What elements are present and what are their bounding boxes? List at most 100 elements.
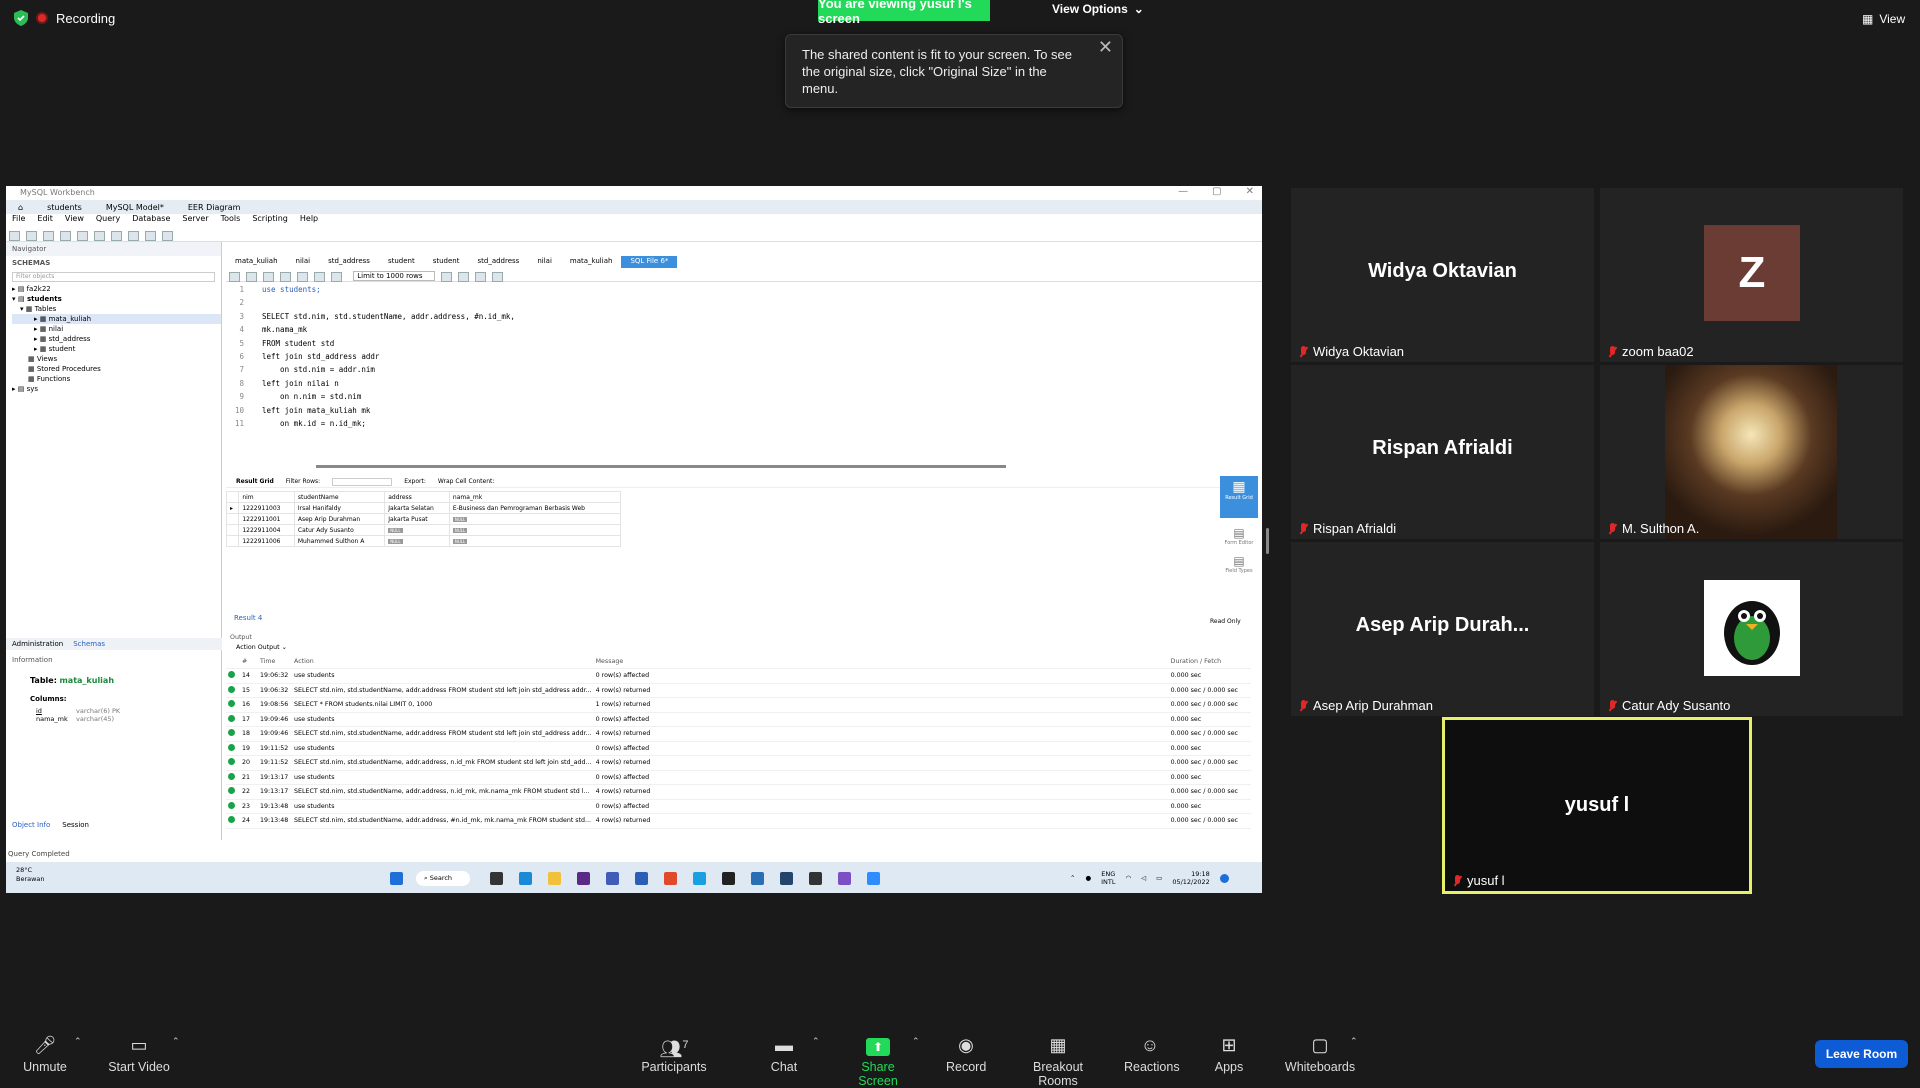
participants-button[interactable]: 👥︎7 Participants: [640, 1034, 708, 1074]
chevron-up-icon[interactable]: ⌃: [1070, 874, 1075, 882]
windows-start-icon[interactable]: [390, 872, 403, 885]
zoom-icon[interactable]: [867, 872, 880, 885]
participant-tile-active-speaker[interactable]: yusuf l yusuf l: [1442, 717, 1752, 894]
taskbar-search[interactable]: ⌕ Search: [416, 871, 470, 886]
visual-studio-icon[interactable]: [838, 872, 851, 885]
task-view-icon[interactable]: [490, 872, 503, 885]
home-icon[interactable]: ⌂: [6, 203, 35, 212]
table-row[interactable]: ▸ 1222911003 Irsal Hanifaldy Jakarta Selata…: [225, 502, 622, 514]
tab-std-address[interactable]: std_address: [468, 256, 528, 268]
tree-item[interactable]: ▦ Functions: [12, 374, 221, 384]
table-row[interactable]: 23 19:13:48 use students 0 row(s) affected 0…: [226, 799, 1251, 814]
tree-item[interactable]: ▾ ▦ Tables: [12, 304, 221, 314]
app-icon[interactable]: [664, 872, 677, 885]
menu-view[interactable]: View: [65, 214, 84, 226]
table-row[interactable]: 1222911001 Asep Arip Durahman Jakarta Pusa…: [225, 513, 622, 525]
tree-item[interactable]: ▸ ▤ fa2k22: [12, 284, 221, 294]
result-grid-button[interactable]: ▦ Result Grid: [1220, 476, 1258, 518]
table-row[interactable]: 1222911006 Muhammed Sulthon A NULL NULL: [225, 535, 622, 547]
participant-tile[interactable]: Z zoom baa02: [1600, 188, 1903, 362]
beautify-icon[interactable]: [440, 272, 452, 282]
shared-screen[interactable]: MySQL Workbench — ▢ ✕ ⌂ students MySQL M…: [6, 186, 1262, 893]
menu-tools[interactable]: Tools: [221, 214, 241, 226]
menu-server[interactable]: Server: [182, 214, 208, 226]
export-label[interactable]: Export:: [404, 478, 426, 485]
table-row[interactable]: 20 19:11:52 SELECT std.nim, std.studentNam…: [226, 755, 1251, 771]
tree-item[interactable]: ▸ ▦ nilai: [12, 324, 221, 334]
form-editor-button[interactable]: ▤ Form Editor: [1220, 518, 1258, 546]
app-icon[interactable]: [577, 872, 590, 885]
tab-student[interactable]: student: [379, 256, 424, 268]
resize-handle[interactable]: [1266, 528, 1269, 554]
tab-sql-file-6[interactable]: SQL File 6*: [621, 256, 678, 268]
tab-mata-kuliah[interactable]: mata_kuliah: [226, 256, 287, 268]
execute-current-icon[interactable]: [280, 272, 291, 282]
participant-tile[interactable]: Catur Ady Susanto: [1600, 542, 1903, 716]
menu-scripting[interactable]: Scripting: [252, 214, 288, 226]
whiteboards-button[interactable]: ▢ Whiteboards: [1284, 1034, 1356, 1074]
create-function-icon[interactable]: [128, 231, 139, 241]
menu-query[interactable]: Query: [96, 214, 120, 226]
table-row[interactable]: 22 19:13:17 SELECT std.nim, std.studentNam…: [226, 784, 1251, 800]
wrap-icon[interactable]: [491, 272, 503, 282]
tree-item[interactable]: ▸ ▤ sys: [12, 384, 221, 394]
tree-item[interactable]: ▾ ▤ students: [12, 294, 221, 304]
create-table-icon[interactable]: [77, 231, 88, 241]
menu-database[interactable]: Database: [132, 214, 170, 226]
limit-rows-select[interactable]: Limit to 1000 rows: [353, 271, 436, 281]
weather-widget[interactable]: 28°C Berawan: [16, 866, 45, 884]
tree-item[interactable]: ▦ Stored Procedures: [12, 364, 221, 374]
record-button[interactable]: ◉ Record: [946, 1034, 986, 1074]
edge-icon[interactable]: [519, 872, 532, 885]
result-grid-label[interactable]: Result Grid: [236, 478, 274, 485]
word-icon[interactable]: [635, 872, 648, 885]
participant-tile[interactable]: Asep Arip Durah... Asep Arip Durahman: [1291, 542, 1594, 716]
close-icon[interactable]: ✕: [1246, 186, 1254, 197]
explain-icon[interactable]: [297, 272, 308, 282]
toggle-icon[interactable]: [331, 272, 342, 282]
tab-mata-kuliah[interactable]: mata_kuliah: [561, 256, 622, 268]
notification-icon[interactable]: [1219, 873, 1229, 883]
execute-icon[interactable]: [263, 272, 274, 282]
terminal-icon[interactable]: [722, 872, 735, 885]
battery-icon[interactable]: ▭: [1156, 874, 1162, 882]
view-button[interactable]: ▦ View: [1862, 12, 1905, 26]
tab-student[interactable]: student: [424, 256, 469, 268]
tab-nilai[interactable]: nilai: [528, 256, 561, 268]
filter-objects-input[interactable]: Filter objects: [12, 272, 215, 282]
action-output-select[interactable]: Action Output ⌄: [226, 641, 1262, 654]
unmute-button[interactable]: 🎤︎ Unmute: [20, 1034, 70, 1074]
app-icon[interactable]: [751, 872, 764, 885]
horizontal-scrollbar[interactable]: [316, 465, 1006, 468]
tree-item[interactable]: ▦ Views: [12, 354, 221, 364]
leave-room-button[interactable]: Leave Room: [1815, 1040, 1908, 1068]
open-sql-icon[interactable]: [26, 231, 37, 241]
stop-icon[interactable]: [314, 272, 325, 282]
chat-button[interactable]: ▬ Chat: [766, 1034, 802, 1074]
tab-nilai[interactable]: nilai: [287, 256, 320, 268]
apps-button[interactable]: ⊞ Apps: [1212, 1034, 1246, 1074]
new-sql-icon[interactable]: [9, 231, 20, 241]
tree-item[interactable]: ▸ ▦ std_address: [12, 334, 221, 344]
app-icon[interactable]: [606, 872, 619, 885]
wifi-icon[interactable]: ◠: [1126, 874, 1132, 882]
clock[interactable]: 19:18 05/12/2022: [1172, 870, 1209, 886]
table-row[interactable]: 15 19:06:32 SELECT std.nim, std.studentNam…: [226, 683, 1251, 698]
table-row[interactable]: 19 19:11:52 use students 0 row(s) affected 0…: [226, 741, 1251, 756]
chevron-up-icon[interactable]: ⌃: [1350, 1036, 1358, 1047]
menu-edit[interactable]: Edit: [37, 214, 53, 226]
participant-tile[interactable]: M. Sulthon A.: [1600, 365, 1903, 539]
app-icon[interactable]: [809, 872, 822, 885]
tab-mysql-model[interactable]: MySQL Model*: [94, 203, 176, 212]
file-explorer-icon[interactable]: [548, 872, 561, 885]
tab-session[interactable]: Session: [62, 821, 89, 829]
tab-object-info[interactable]: Object Info: [12, 821, 50, 829]
view-options-button[interactable]: View Options ⌄: [1052, 2, 1144, 16]
create-procedure-icon[interactable]: [111, 231, 122, 241]
field-types-button[interactable]: ▤ Field Types: [1220, 546, 1258, 574]
wrap-cell-label[interactable]: Wrap Cell Content:: [438, 478, 495, 485]
mic-icon[interactable]: ●: [1085, 874, 1091, 882]
table-row[interactable]: 1222911004 Catur Ady Susanto NULL NULL: [225, 524, 622, 536]
tree-item[interactable]: ▸ ▦ student: [12, 344, 221, 354]
filter-rows-input[interactable]: [332, 477, 393, 486]
